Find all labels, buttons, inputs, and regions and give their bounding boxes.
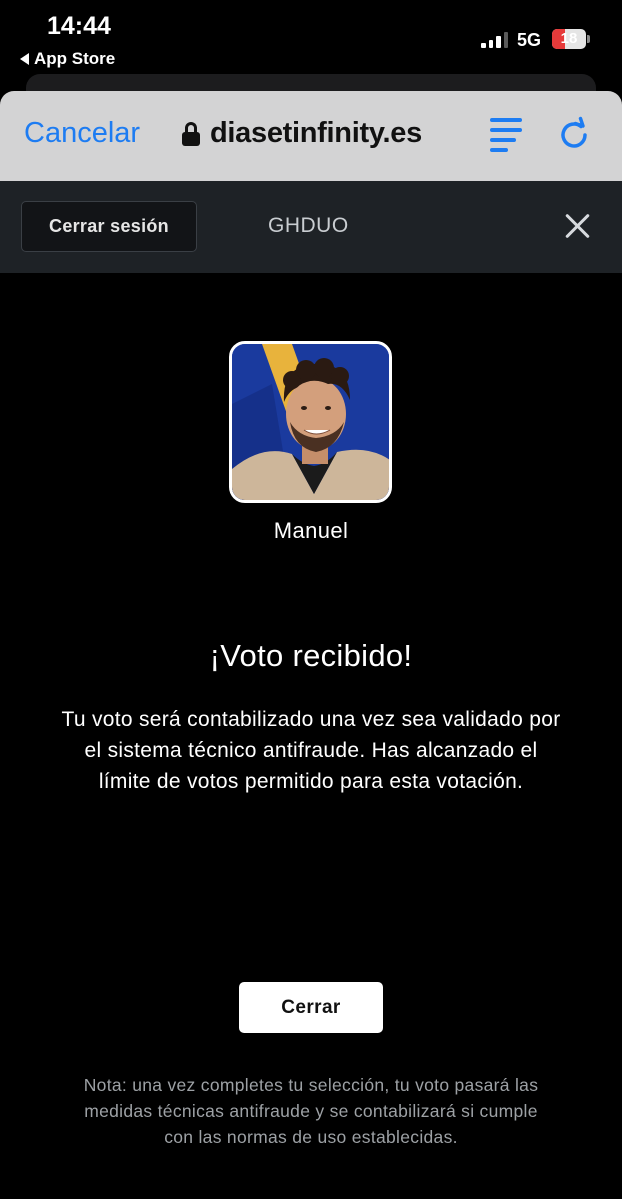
- status-bar: 14:44 App Store 5G 18: [0, 0, 622, 80]
- contestant-photo: [232, 344, 389, 500]
- battery-percent: 18: [560, 30, 578, 47]
- network-type: 5G: [517, 30, 542, 50]
- reader-mode-icon[interactable]: [490, 118, 522, 152]
- back-to-app-link[interactable]: App Store: [20, 49, 115, 69]
- address-bar[interactable]: diasetinfinity.es: [182, 117, 422, 150]
- logout-button[interactable]: Cerrar sesión: [21, 201, 197, 252]
- status-time: 14:44: [47, 12, 111, 40]
- lock-icon: [182, 121, 200, 146]
- cancel-button[interactable]: Cancelar: [24, 117, 140, 150]
- program-code: GHDUO: [268, 214, 349, 237]
- battery-tip: [587, 35, 590, 43]
- in-app-browser-bar: Cancelar diasetinfinity.es: [0, 91, 622, 181]
- battery-icon: 18: [552, 29, 586, 49]
- antifraud-note: Nota: una vez completes tu selección, tu…: [83, 1075, 539, 1147]
- vote-confirmation-title: ¡Voto recibido!: [209, 638, 413, 673]
- contestant-avatar: [229, 341, 392, 503]
- close-icon[interactable]: [565, 213, 591, 239]
- vote-confirmation-message: Tu voto será contabilizado una vez sea v…: [61, 708, 561, 793]
- back-arrow-icon: [20, 53, 29, 65]
- close-button[interactable]: Cerrar: [239, 982, 383, 1033]
- signal-strength-icon: [481, 31, 508, 48]
- contestant-name: Manuel: [273, 518, 349, 543]
- back-app-label: App Store: [34, 49, 116, 68]
- reload-icon[interactable]: [556, 116, 592, 152]
- site-header: Cerrar sesión GHDUO: [0, 181, 622, 273]
- url-text: diasetinfinity.es: [210, 117, 422, 149]
